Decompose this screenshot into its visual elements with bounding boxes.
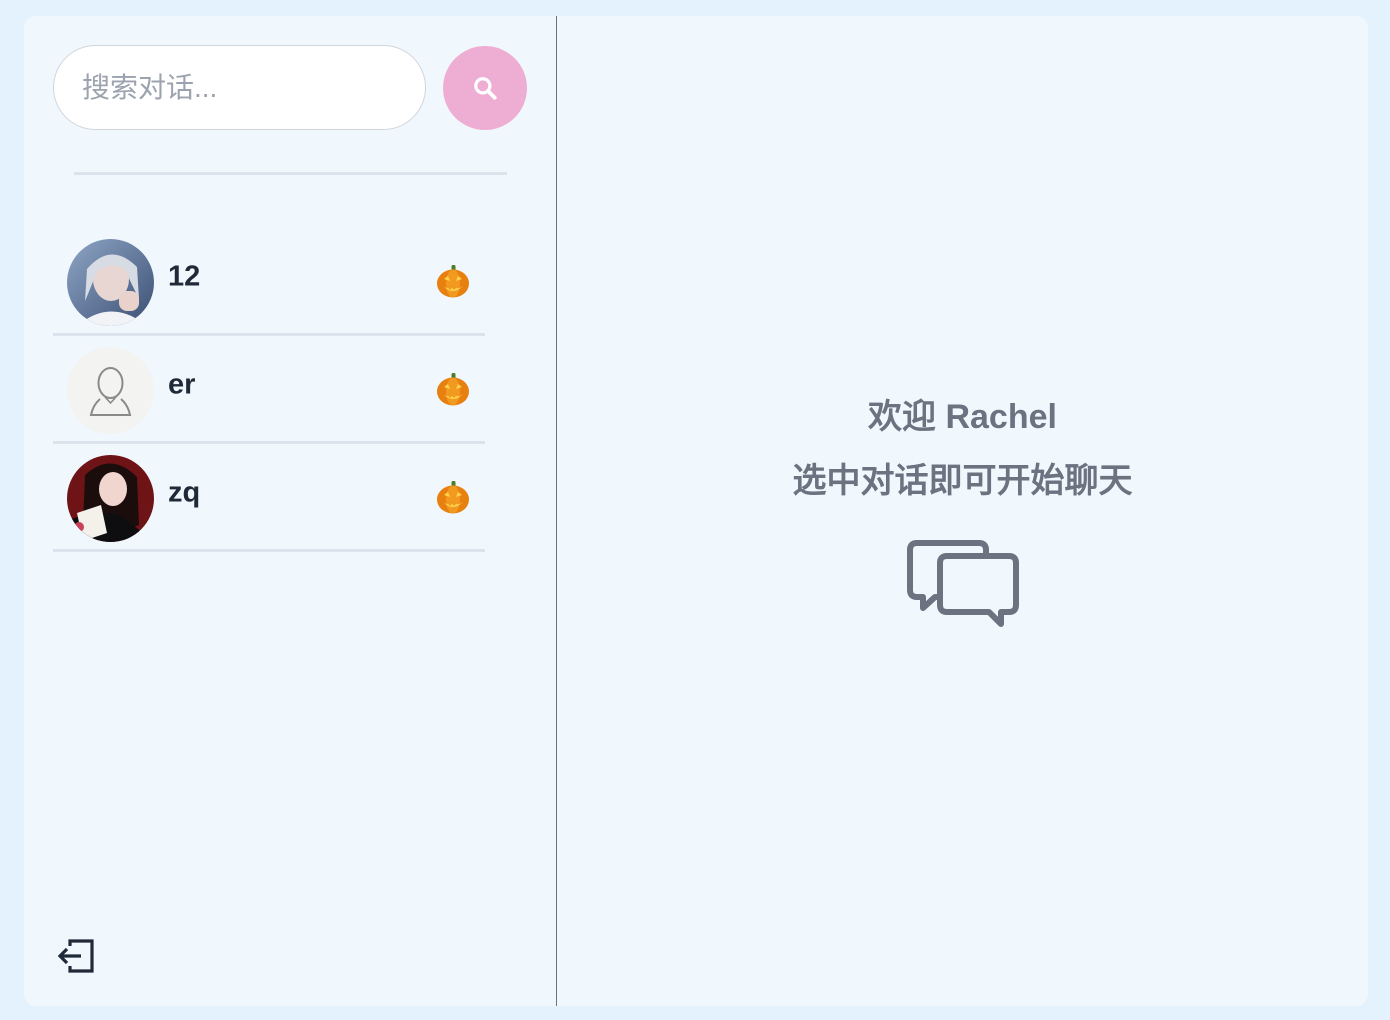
sidebar-divider (74, 172, 507, 175)
conversation-name: 12 (168, 260, 201, 292)
chat-bubbles-icon (906, 540, 1019, 627)
conversation-name: zq (168, 476, 201, 508)
welcome-subtitle: 选中对话即可开始聊天 (792, 462, 1133, 500)
logout-button[interactable] (56, 938, 96, 974)
welcome-panel: 欢迎 Rachel 选中对话即可开始聊天 (557, 394, 1368, 628)
welcome-title: 欢迎 Rachel (868, 398, 1057, 436)
search-input[interactable] (53, 45, 426, 130)
avatar (67, 239, 154, 326)
conversation-list: 12 er zq (53, 228, 485, 552)
conversation-item[interactable]: zq (53, 444, 485, 552)
logout-icon (57, 939, 94, 973)
default-user-avatar (67, 347, 154, 434)
search-form (53, 45, 527, 130)
chat-app: 12 (24, 16, 1368, 1006)
pumpkin-icon (437, 264, 469, 297)
sidebar: 12 (24, 16, 557, 1006)
conversation-item[interactable]: er (53, 336, 485, 444)
search-icon (474, 76, 497, 100)
avatar (67, 455, 154, 542)
conversation-name: er (168, 368, 196, 400)
pumpkin-icon (437, 480, 469, 513)
search-button[interactable] (443, 45, 527, 130)
chat-main-pane: 欢迎 Rachel 选中对话即可开始聊天 (557, 16, 1368, 1006)
conversation-item[interactable]: 12 (53, 228, 485, 336)
pumpkin-icon (437, 372, 469, 405)
